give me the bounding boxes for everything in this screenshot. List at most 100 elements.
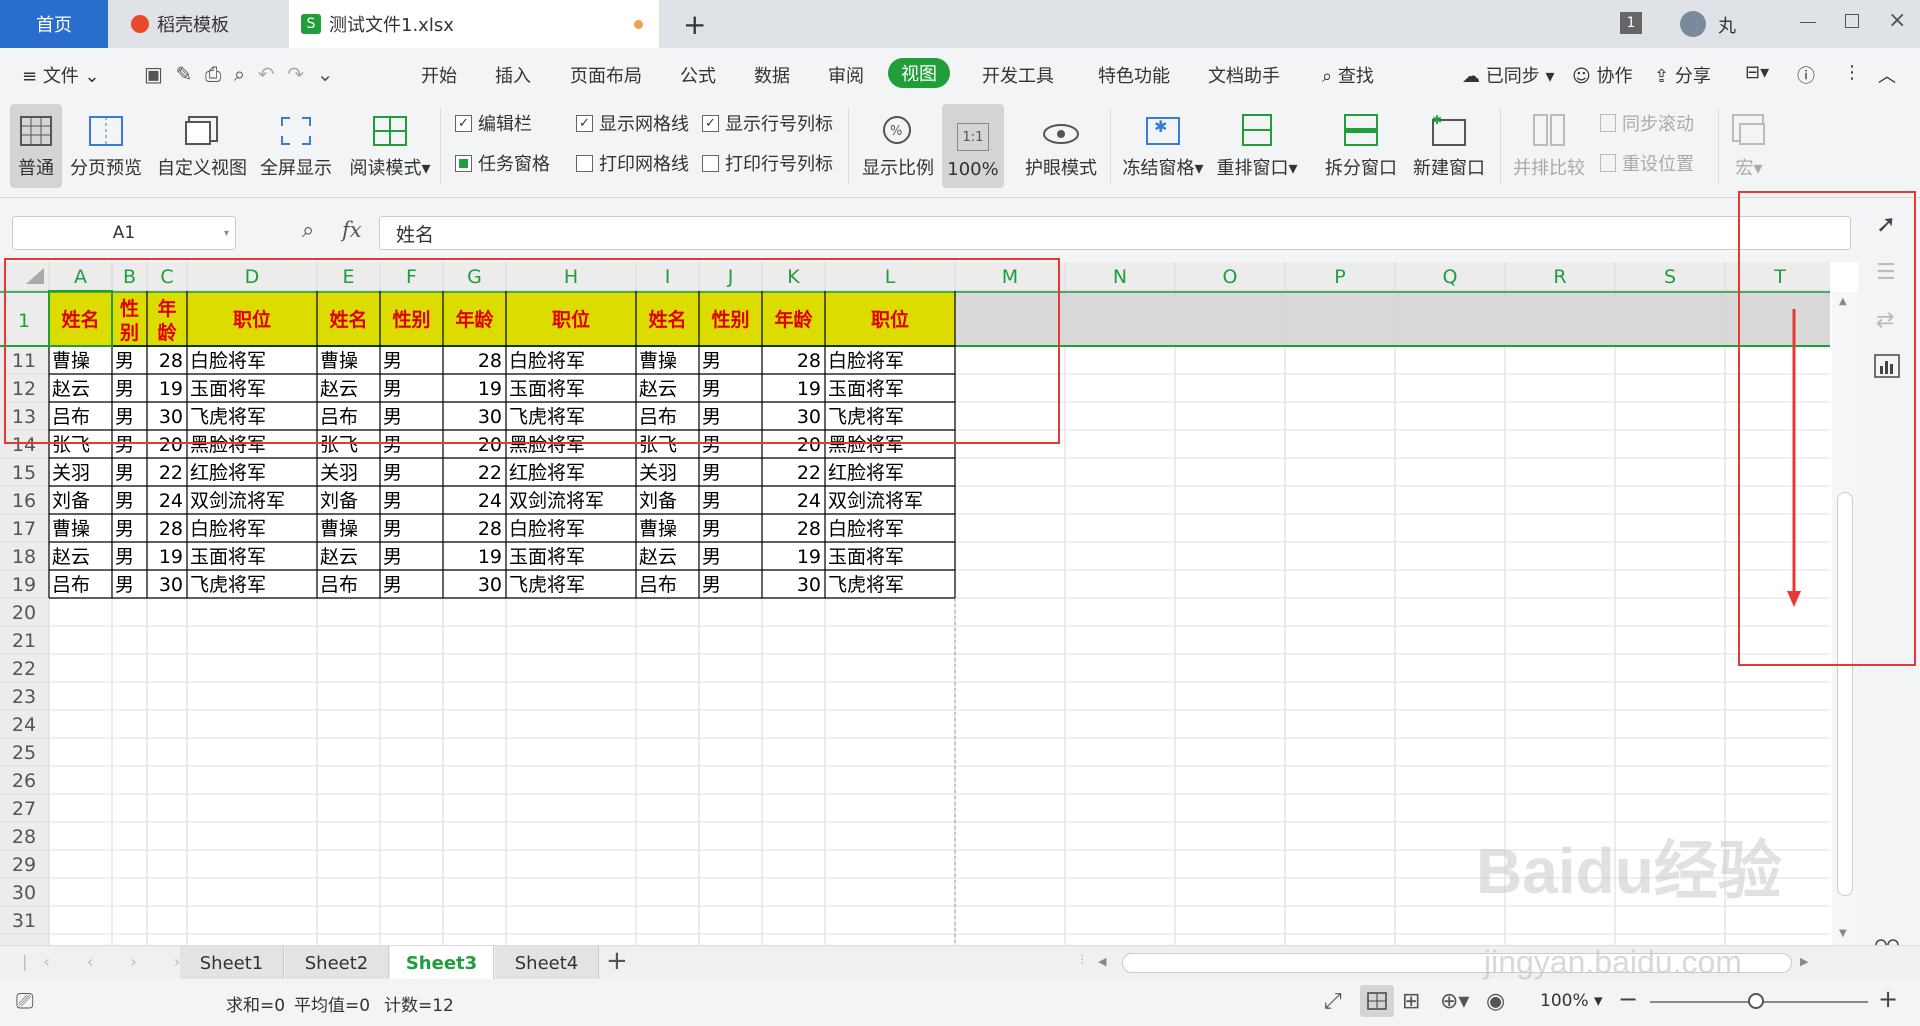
sheet-tab-2[interactable]: Sheet2	[285, 946, 389, 980]
show-grid-checkbox[interactable]: ✓ 显示网格线	[576, 110, 689, 136]
unchecked-icon	[702, 154, 719, 172]
menu-formula[interactable]: 公式	[680, 62, 716, 88]
add-sheet-plus-icon[interactable]: +	[606, 946, 628, 976]
scroll-right-icon[interactable]: ▶	[1800, 955, 1808, 968]
zoom-icon: %	[883, 116, 911, 144]
macro-record-icon[interactable]: ⎚	[16, 989, 34, 1014]
sync-scroll-button[interactable]: 同步滚动	[1600, 110, 1694, 136]
format-painter-icon[interactable]: ✎	[176, 62, 193, 86]
fullscreen-button[interactable]: 全屏显示	[258, 104, 334, 188]
new-tab-plus-icon[interactable]: +	[683, 8, 706, 41]
table-cell: 男	[115, 490, 134, 512]
close-icon[interactable]: ×	[1888, 8, 1906, 33]
table-cell: 28	[797, 518, 821, 540]
menu-special[interactable]: 特色功能	[1098, 62, 1170, 88]
tab-home[interactable]: 首页	[0, 0, 108, 48]
rearrange-window-button[interactable]: 重排窗口▾	[1214, 104, 1300, 188]
save-icon[interactable]: ▣	[144, 62, 163, 86]
macro-icon	[1732, 114, 1765, 145]
menu-file[interactable]: ≡ 文件 ⌄	[22, 62, 100, 88]
collab-button[interactable]: ☺ 协作	[1572, 62, 1633, 88]
zoom-slider-handle[interactable]	[1748, 993, 1764, 1009]
freeze-panes-button[interactable]: ✱ 冻结窗格▾	[1120, 104, 1206, 188]
scroll-down-icon[interactable]: ▼	[1839, 928, 1847, 939]
tab-template[interactable]: 稻壳模板	[111, 0, 289, 48]
restore-icon[interactable]	[1845, 14, 1859, 28]
undo-icon[interactable]: ↶	[258, 62, 275, 86]
zoom-level[interactable]: 100% ▾	[1540, 991, 1603, 1011]
zoom-formula-icon[interactable]: ⌕	[302, 218, 314, 243]
side-by-side-button[interactable]: 并排比较	[1508, 104, 1590, 188]
table-cell: 吕布	[320, 574, 358, 596]
menu-insert[interactable]: 插入	[495, 62, 531, 88]
collapse-ribbon-icon[interactable]: ︿	[1878, 62, 1896, 88]
custom-view-button[interactable]: 自定义视图	[156, 104, 248, 188]
normal-view-button[interactable]: 普通	[10, 104, 62, 188]
print-preview-icon[interactable]: ⌕	[234, 62, 245, 86]
formula-input[interactable]: 姓名	[379, 216, 1851, 250]
sheet-tab-1[interactable]: Sheet1	[180, 946, 284, 980]
page-layout-status-icon[interactable]: ⊕▾	[1440, 989, 1469, 1014]
docer-icon	[131, 15, 149, 33]
table-cell: 刘备	[639, 490, 677, 512]
menu-start[interactable]: 开始	[421, 62, 457, 88]
share-button[interactable]: ⇪ 分享	[1654, 62, 1711, 88]
print-grid-checkbox[interactable]: 打印网格线	[576, 150, 689, 176]
sync-status[interactable]: ☁ 已同步 ▾	[1462, 62, 1555, 88]
split-icon	[1344, 114, 1378, 146]
menu-view[interactable]: 视图	[888, 58, 950, 88]
table-cell: 男	[702, 546, 721, 568]
redo-icon[interactable]: ↷	[287, 62, 304, 86]
more-icon[interactable]: ⋮	[1843, 62, 1861, 83]
show-grid-label: 显示网格线	[599, 114, 689, 135]
avatar[interactable]	[1680, 11, 1706, 37]
fx-icon[interactable]: fx	[342, 218, 362, 242]
fullscreen-status-icon[interactable]: ⤢	[1324, 989, 1342, 1014]
macro-button[interactable]: 宏▾	[1726, 104, 1772, 188]
customize-icon[interactable]: ⌄	[317, 62, 334, 86]
show-rowcol-checkbox[interactable]: ✓ 显示行号列标	[702, 110, 833, 136]
eye-status-icon[interactable]: ◉	[1486, 989, 1505, 1014]
help-icon[interactable]: ⓘ	[1797, 62, 1815, 88]
toolbar-toggle-icon[interactable]: ⊟▾	[1745, 62, 1769, 83]
edit-bar-checkbox[interactable]: ✓ 编辑栏	[455, 110, 532, 136]
sheet-tab-4[interactable]: Sheet4	[495, 946, 599, 980]
split-window-button[interactable]: 拆分窗口	[1318, 104, 1404, 188]
window-count-badge[interactable]: 1	[1620, 12, 1642, 34]
menu-developer[interactable]: 开发工具	[982, 62, 1054, 88]
print-rowcol-checkbox[interactable]: 打印行号列标	[702, 150, 833, 176]
menu-data[interactable]: 数据	[754, 62, 790, 88]
zoom-in-icon[interactable]: +	[1878, 985, 1898, 1013]
table-cell: 飞虎将军	[190, 574, 266, 596]
task-pane-checkbox[interactable]: 任务窗格	[455, 150, 550, 176]
sheet-tab-label: Sheet4	[514, 952, 579, 974]
rearrange-label-wrap: 重排窗口▾	[1216, 158, 1298, 179]
page-break-label: 分页预览	[70, 158, 142, 179]
tab-file[interactable]: S 测试文件1.xlsx	[289, 0, 659, 48]
task-pane-label: 任务窗格	[478, 154, 550, 175]
page-break-button[interactable]: 分页预览	[68, 104, 144, 188]
menu-doc-assistant[interactable]: 文档助手	[1208, 62, 1280, 88]
page-break-status-icon[interactable]: ⊞	[1402, 989, 1420, 1014]
zoom-100-button[interactable]: 1:1 100%	[942, 104, 1004, 188]
zoom-ratio-button[interactable]: % 显示比例	[858, 104, 938, 188]
menu-search-label: 查找	[1337, 66, 1374, 87]
normal-view-status-button[interactable]	[1360, 985, 1394, 1017]
table-cell: 男	[383, 490, 402, 512]
new-window-button[interactable]: ✱ 新建窗口	[1406, 104, 1492, 188]
zoom-out-icon[interactable]: −	[1618, 985, 1638, 1013]
sheet-tab-3-active[interactable]: Sheet3	[390, 946, 494, 980]
minimize-icon[interactable]	[1800, 22, 1816, 23]
scroll-left-icon[interactable]: ◀	[1098, 955, 1106, 968]
reading-mode-button[interactable]: 阅读模式▾	[346, 104, 434, 188]
menu-search[interactable]: ⌕ 查找	[1322, 62, 1374, 88]
menu-page-layout[interactable]: 页面布局	[570, 62, 642, 88]
name-box[interactable]: A1 ▾	[12, 216, 236, 250]
reset-position-button[interactable]: 重设位置	[1600, 150, 1694, 176]
menu-review[interactable]: 审阅	[828, 62, 864, 88]
annotation-arrow-down-icon	[1787, 309, 1801, 607]
print-icon[interactable]: ⎙	[205, 62, 221, 86]
row-header-24: 24	[12, 714, 36, 736]
sync-scroll-label: 同步滚动	[1622, 114, 1694, 135]
eye-mode-button[interactable]: 护眼模式	[1018, 104, 1104, 188]
